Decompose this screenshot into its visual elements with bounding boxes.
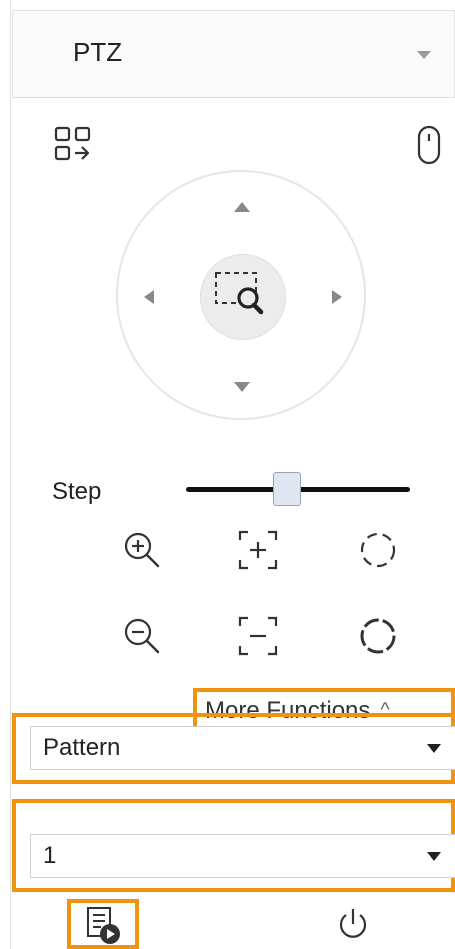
zoom-in-icon[interactable] — [120, 528, 164, 572]
step-slider-thumb[interactable] — [272, 472, 301, 506]
zoom-area-icon — [215, 272, 264, 315]
right-arrow-icon[interactable] — [332, 290, 342, 304]
chevron-down-icon — [417, 51, 431, 59]
down-arrow-icon[interactable] — [234, 382, 250, 392]
grid-switch-icon[interactable] — [54, 126, 98, 166]
pattern-record-icon[interactable] — [82, 906, 126, 946]
up-arrow-icon[interactable] — [234, 202, 250, 212]
iris-large-icon[interactable] — [356, 614, 400, 658]
function-select[interactable]: Pattern — [30, 726, 455, 770]
power-icon[interactable] — [336, 906, 370, 944]
mouse-icon[interactable] — [416, 124, 442, 166]
step-label: Step — [52, 478, 102, 505]
focus-far-icon[interactable] — [236, 614, 280, 658]
function-select-value: Pattern — [43, 734, 121, 761]
ptz-title: PTZ — [73, 37, 123, 67]
left-arrow-icon[interactable] — [144, 290, 154, 304]
chevron-down-icon — [427, 744, 441, 753]
ptz-joystick[interactable] — [116, 170, 366, 420]
zoom-out-icon[interactable] — [120, 614, 164, 658]
zoom-area-button[interactable] — [200, 254, 286, 340]
number-select[interactable]: 1 — [30, 834, 455, 878]
iris-small-icon[interactable] — [356, 528, 400, 572]
chevron-down-icon — [427, 852, 441, 861]
focus-near-icon[interactable] — [236, 528, 280, 572]
ptz-header-dropdown[interactable]: PTZ — [12, 10, 455, 98]
number-select-value: 1 — [43, 842, 57, 869]
